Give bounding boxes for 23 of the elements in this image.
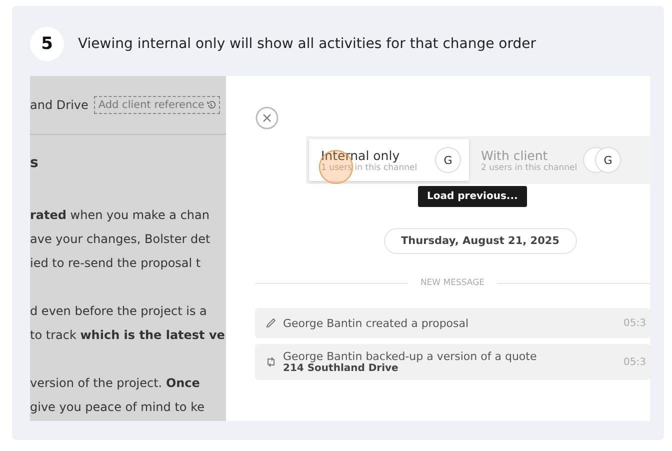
- step-description: Viewing internal only will show all activities for that change order: [78, 36, 536, 52]
- pencil-icon: [265, 317, 277, 329]
- tooltip: Load previous...: [418, 186, 527, 207]
- sync-icon: [265, 356, 277, 368]
- step-number: 5: [30, 27, 64, 61]
- body-text: version of the project. Once: [30, 375, 201, 392]
- date-pill: Thursday, August 21, 2025: [384, 228, 576, 254]
- body-text: rated when you make a chan: [30, 207, 210, 224]
- history-icon: [206, 100, 216, 110]
- channel-tab[interactable]: With client 2 users in this channel G: [469, 139, 629, 181]
- avatar: G: [595, 147, 621, 173]
- activity-row: George Bantin created a proposal 05:3: [255, 308, 650, 338]
- body-text: give you peace of mind to ke: [30, 399, 206, 416]
- section-heading: s: [30, 155, 40, 171]
- body-text: ied to re-send the proposal t: [30, 255, 202, 272]
- project-name: and Drive: [30, 98, 88, 112]
- activity-row: George Bantin backed-up a version of a quote 214 Southland Drive 05:3: [255, 344, 650, 380]
- body-text: ave your changes, Bolster det: [30, 231, 212, 248]
- body-text: to track which is the latest ve: [30, 327, 226, 344]
- avatar: G: [435, 147, 461, 173]
- body-text: d even before the project is a: [30, 303, 208, 320]
- close-icon[interactable]: [255, 106, 279, 130]
- divider-label: NEW MESSAGE: [420, 278, 485, 288]
